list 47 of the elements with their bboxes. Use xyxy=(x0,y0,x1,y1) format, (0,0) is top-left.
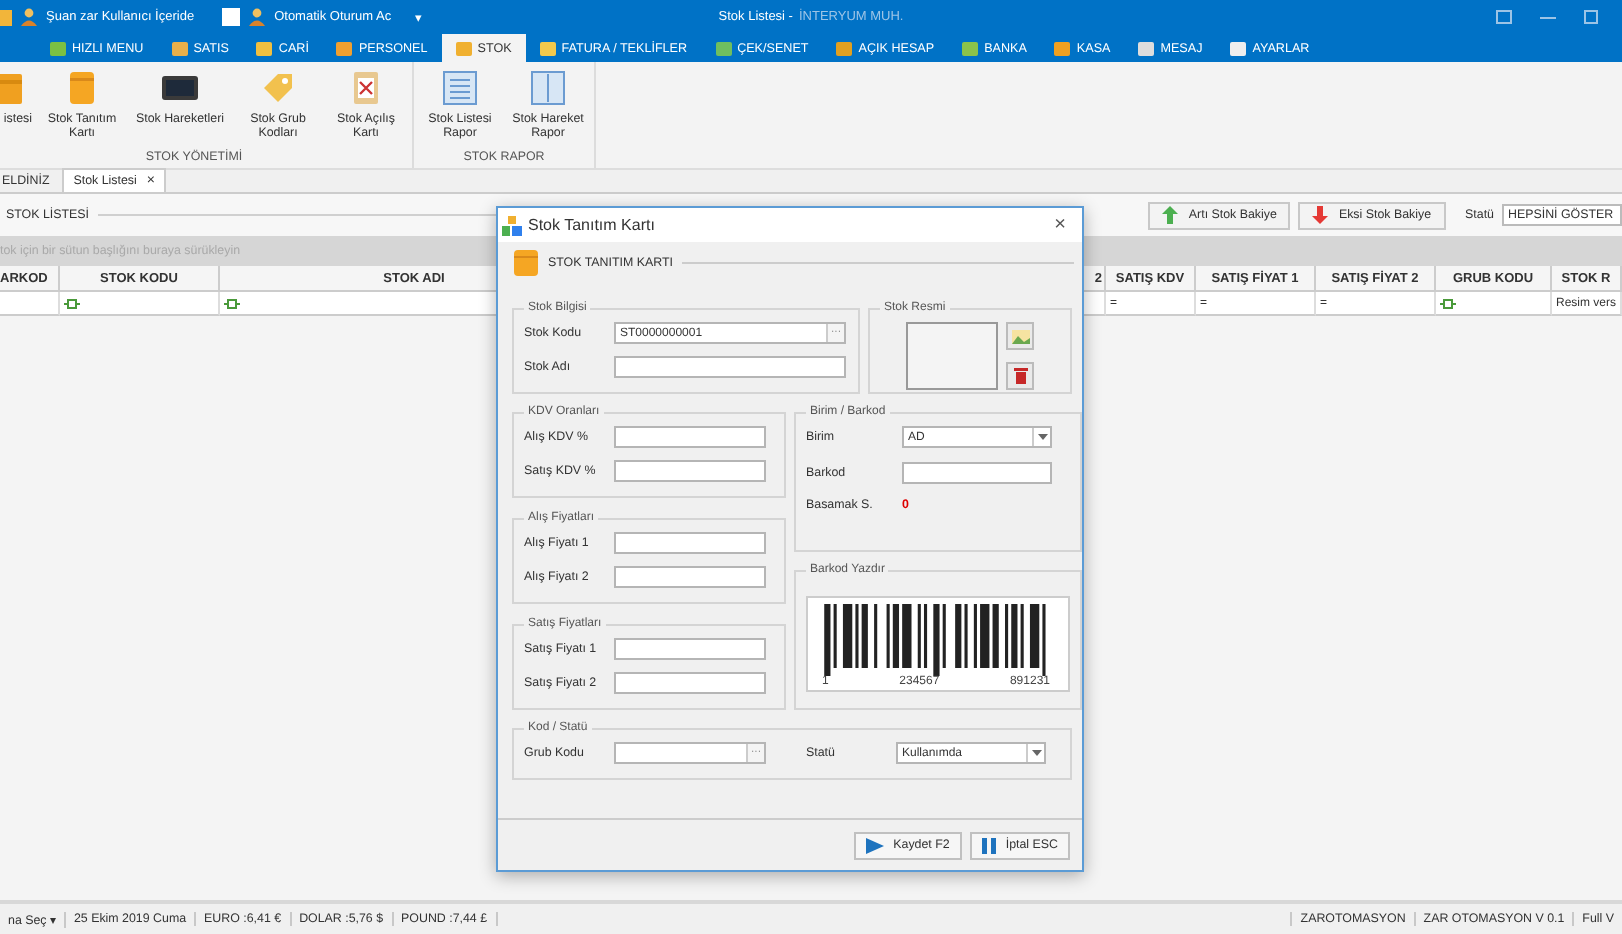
trash-icon xyxy=(1013,368,1027,384)
tab-icon xyxy=(962,41,979,55)
close-button[interactable]: × xyxy=(1054,215,1066,235)
input-field[interactable] xyxy=(614,426,766,448)
dialog-title: Stok Tanıtım Kartı xyxy=(528,216,657,234)
maximize-icon[interactable] xyxy=(1584,10,1598,24)
checkbox[interactable] xyxy=(222,8,241,26)
input-field[interactable] xyxy=(614,638,766,660)
tab-icon xyxy=(1230,41,1247,55)
tab-icon xyxy=(171,41,188,55)
tab-icon xyxy=(256,41,273,55)
app-icon xyxy=(0,7,12,27)
folder-icon xyxy=(0,68,28,108)
image-button[interactable] xyxy=(1006,322,1034,350)
user-icon xyxy=(248,8,267,26)
boxes-icon xyxy=(502,215,522,235)
caret-icon xyxy=(1031,750,1041,756)
report-icon xyxy=(528,68,568,108)
arrow-up-icon xyxy=(1162,206,1179,224)
pause-icon xyxy=(981,837,996,853)
input-field[interactable] xyxy=(614,566,766,588)
input-field[interactable] xyxy=(614,460,766,482)
card-icon xyxy=(514,249,538,275)
tab-icon xyxy=(836,41,853,55)
input-field[interactable] xyxy=(614,532,766,554)
filter-icon[interactable] xyxy=(224,297,240,309)
user-icon xyxy=(20,8,38,26)
delete-button[interactable] xyxy=(1006,362,1034,390)
caret-icon xyxy=(1037,434,1047,440)
image-icon xyxy=(1011,329,1029,343)
tab-icon xyxy=(539,41,556,55)
play-icon xyxy=(865,837,884,853)
filter-icon[interactable] xyxy=(1440,297,1456,309)
input-field[interactable] xyxy=(902,462,1052,484)
image-placeholder xyxy=(906,322,998,390)
tab-icon xyxy=(1138,41,1155,55)
input-field[interactable] xyxy=(614,672,766,694)
tab-icon xyxy=(715,41,732,55)
report-icon xyxy=(440,68,480,108)
tab-icon xyxy=(455,41,472,55)
tab-icon xyxy=(50,41,66,55)
tab-icon xyxy=(336,41,353,55)
filter-icon[interactable] xyxy=(64,297,80,309)
tab-icon xyxy=(1054,41,1071,55)
arrow-down-icon xyxy=(1312,206,1329,224)
restore-icon[interactable] xyxy=(1496,10,1512,24)
input-field[interactable] xyxy=(614,356,846,378)
